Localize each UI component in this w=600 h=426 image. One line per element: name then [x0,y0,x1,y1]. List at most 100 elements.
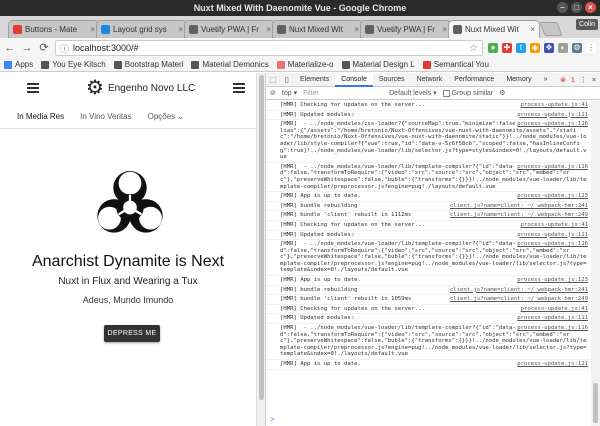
console-source-link[interactable]: process-update.js:123 [515,193,588,200]
bookmark-item[interactable]: Semantical You [422,60,489,69]
tab-close-icon[interactable]: × [266,25,271,34]
maximize-icon[interactable]: □ [571,2,582,13]
page-scrollbar[interactable] [256,73,265,426]
devtools-tab[interactable]: Console [335,72,373,87]
console-source-link[interactable]: process-update.js:111 [515,111,588,119]
inspect-icon[interactable]: ⬚ [266,75,280,84]
console-source-link[interactable]: process-update.js:116 [515,121,588,128]
chrome-menu-icon[interactable]: ⋮ [586,43,596,53]
bookmark-item[interactable]: You Eye Kitsch [41,60,106,69]
browser-tab[interactable]: Buttons - Mate × [8,20,100,38]
console-source-link[interactable]: process-update.js:116 [515,163,588,171]
extension-icon[interactable]: ⚙ [572,43,582,53]
device-toolbar-icon[interactable]: ▯ [280,75,294,84]
devtools-tab[interactable]: Network [411,73,449,87]
bookmark-item[interactable]: Material Demonics [191,60,269,69]
close-devtools-icon[interactable]: × [592,77,596,84]
extension-icon[interactable]: ✚ [502,43,512,53]
tab-close-icon[interactable]: × [178,25,183,34]
browser-tab[interactable]: Nuxt Mixed Wit × [272,20,364,38]
console-source-link[interactable]: client.js?name=client:_~/_webpack-hmr:24… [447,202,588,210]
group-similar-checkbox[interactable] [442,89,450,97]
page-scrollbar-thumb[interactable] [259,75,264,400]
clear-console-icon[interactable]: ⊘ [270,89,276,97]
browser-tab[interactable]: Nuxt Mixed Wit × [448,20,540,38]
console-source-link[interactable]: process-update.js:116 [515,241,588,248]
extension-icon[interactable]: ● [488,43,498,53]
console-message: client.js?name=client:_~/_webpack-hmr:24… [266,286,592,296]
console-filter-input[interactable]: Filter [303,90,363,97]
console-source-link[interactable]: process-update.js:41 [518,221,588,229]
log-levels-dropdown[interactable]: Default levels ▾ [389,89,436,97]
console-message-text: [HMR] App is up to date. [280,193,361,200]
browser-tab[interactable]: Vuetify PWA | Fr × [360,20,452,38]
bookmark-item[interactable]: Bootstrap Materi [113,60,184,69]
new-tab-button[interactable] [539,22,563,36]
depress-me-button[interactable]: DEPRESS ME [104,325,160,342]
console-source-link[interactable]: process-update.js:41 [518,102,588,109]
bookmark-item[interactable]: Materialize-o [276,60,334,69]
devtools-tab[interactable]: Performance [448,73,500,87]
group-similar-toggle[interactable]: Group similar [442,89,493,97]
nav-item-in-vino-veritas[interactable]: In Vino Veritas [80,112,131,121]
console-message: client.js?name=client:_~/_webpack-hmr:24… [266,211,592,221]
close-icon[interactable]: × [585,2,596,13]
console-output: process-update.js:41 [HMR] Checking for u… [266,101,592,426]
devtools-tab[interactable]: Sources [373,73,411,87]
brand[interactable]: ⚙ Engenho Novo LLC [86,78,195,98]
forward-icon[interactable]: → [21,42,33,54]
nav-item-options[interactable]: Opções ⌄ [148,112,184,121]
console-source-link[interactable]: process-update.js:121 [515,361,588,368]
context-selector[interactable]: top ▾ [282,89,297,98]
console-source-link[interactable]: client.js?name=client:_~/_webpack-hmr:24… [447,286,588,294]
back-icon[interactable]: ← [4,42,16,54]
tab-close-icon[interactable]: × [530,25,535,34]
extension-icon[interactable]: ◆ [530,43,540,53]
console-source-link[interactable]: process-update.js:123 [515,277,588,284]
minimize-icon[interactable]: – [557,2,568,13]
error-icon[interactable]: ⊗ [560,76,566,84]
web-page: ⚙ Engenho Novo LLC In Media Res In Vino … [0,73,256,426]
console-source-link[interactable]: process-update.js:111 [515,315,588,323]
reload-icon[interactable]: ⟳ [38,42,50,54]
bookmark-star-icon[interactable]: ☆ [469,43,478,54]
console-source-link[interactable]: process-update.js:41 [518,305,588,313]
menu-icon-right[interactable] [233,83,245,93]
error-count[interactable]: 1 [571,77,575,84]
bookmark-item[interactable]: Apps [4,60,33,69]
extension-icon[interactable]: ❖ [544,43,554,53]
info-icon[interactable]: ⓘ [60,42,69,55]
extension-icon[interactable]: ◐ [558,43,568,53]
console-source-link[interactable]: client.js?name=client:_~/_webpack-hmr:24… [447,212,588,219]
tagline: Adeus, Mundo Imundo [82,295,174,305]
menu-icon[interactable] [27,83,39,93]
tab-close-icon[interactable]: × [90,25,95,34]
tab-favicon-icon [101,25,110,34]
devtools-tab[interactable]: Memory [500,73,537,87]
address-url[interactable]: localhost:3000/# [73,43,465,53]
console-source-link[interactable]: process-update.js:116 [515,325,588,332]
twitter-icon[interactable]: t [516,43,526,53]
console-prompt[interactable]: > [270,415,275,424]
browser-toolbar: ← → ⟳ ⓘ localhost:3000/# ☆ ● ✚ t ◆ ❖ ◐ ⚙… [0,38,600,58]
tab-close-icon[interactable]: × [354,25,359,34]
console-source-link[interactable]: client.js?name=client:_~/_webpack-hmr:24… [447,296,588,303]
bookmark-item[interactable]: Material Design L [341,60,415,69]
devtools-tab[interactable]: Elements [294,73,335,87]
browser-tab[interactable]: Vuetify PWA | Fr × [184,20,276,38]
console-scrollbar[interactable] [591,101,600,426]
address-bar[interactable]: ⓘ localhost:3000/# ☆ [55,40,483,56]
bookmarks-bar: Apps You Eye Kitsch Bootstrap Materi Materi… [0,58,600,72]
tab-close-icon[interactable]: × [442,25,447,34]
profile-button[interactable]: Colin [576,19,598,30]
browser-tab[interactable]: Layout grid sys × [96,20,188,38]
tab-label: Nuxt Mixed Wit [289,25,343,34]
console-settings-icon[interactable]: ⚙ [499,89,505,97]
bookmark-label: Bootstrap Materi [124,60,184,69]
more-options-icon[interactable]: ⋮ [580,76,587,84]
app-toolbar: ⚙ Engenho Novo LLC [0,73,256,105]
console-scrollbar-thumb[interactable] [593,383,598,423]
more-tabs[interactable]: » [538,73,554,87]
console-source-link[interactable]: process-update.js:111 [515,231,588,239]
nav-item-in-media-res[interactable]: In Media Res [17,112,64,121]
